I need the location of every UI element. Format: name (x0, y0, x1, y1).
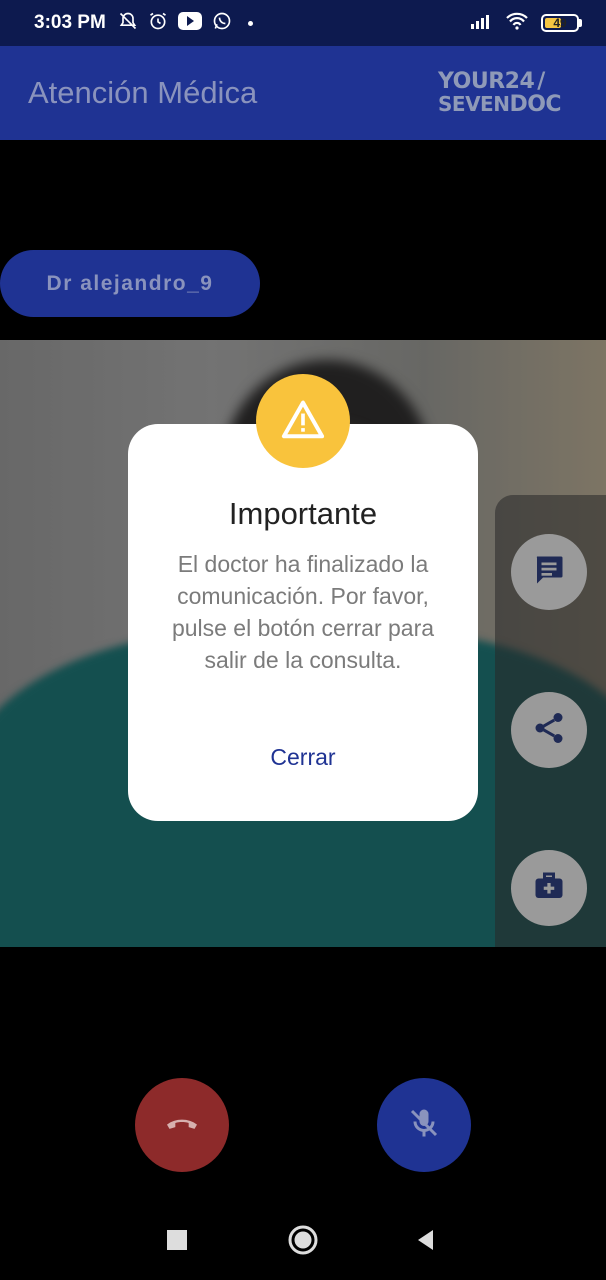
page-title: Atención Médica (28, 75, 258, 110)
warning-icon (281, 399, 325, 444)
end-call-dialog: Importante El doctor ha finalizado la co… (128, 424, 478, 821)
dialog-title: Importante (228, 496, 378, 531)
status-time: 3:03 PM (34, 12, 106, 33)
your24-sevendoc-logo: YOUR 24/ SEVEN DOC (438, 68, 562, 117)
back-icon (418, 1230, 433, 1250)
recents-icon (167, 1230, 187, 1250)
hang-up-button[interactable] (135, 1078, 229, 1172)
chat-button[interactable] (511, 534, 587, 610)
whatsapp-icon (212, 11, 232, 36)
recents-button[interactable] (159, 1222, 195, 1258)
mic-off-icon (406, 1105, 442, 1146)
warning-badge (256, 374, 350, 468)
youtube-icon (177, 11, 202, 35)
home-icon (288, 1225, 318, 1255)
share-button[interactable] (511, 692, 587, 768)
more-notifications-dot (247, 20, 253, 26)
hang-up-icon (162, 1103, 202, 1148)
battery-level: 49 (553, 16, 567, 30)
back-button[interactable] (408, 1222, 444, 1258)
medical-kit-button[interactable] (511, 850, 587, 926)
system-nav-bar (0, 1200, 606, 1280)
doctor-name-chip: Dr alejandro_9 (0, 250, 260, 317)
status-bar: 3:03 PM 49 (0, 0, 606, 46)
signal-icon (471, 13, 493, 34)
battery-icon: 49 (541, 14, 579, 32)
doctor-name: Dr alejandro_9 (46, 271, 214, 295)
close-button[interactable]: Cerrar (238, 744, 368, 771)
app-bar: Atención Médica YOUR 24/ SEVEN DOC (0, 46, 606, 140)
share-icon (531, 710, 567, 751)
medical-kit-icon (531, 868, 567, 909)
alarm-icon (148, 11, 168, 36)
system-icons: 49 (471, 12, 582, 35)
notification-icons (118, 11, 253, 36)
chat-icon (531, 552, 567, 593)
bell-off-icon (118, 11, 138, 36)
wifi-icon (505, 12, 529, 35)
mute-button[interactable] (377, 1078, 471, 1172)
dialog-message: El doctor ha finalizado la comunicación.… (171, 551, 435, 673)
home-button[interactable] (285, 1222, 321, 1258)
